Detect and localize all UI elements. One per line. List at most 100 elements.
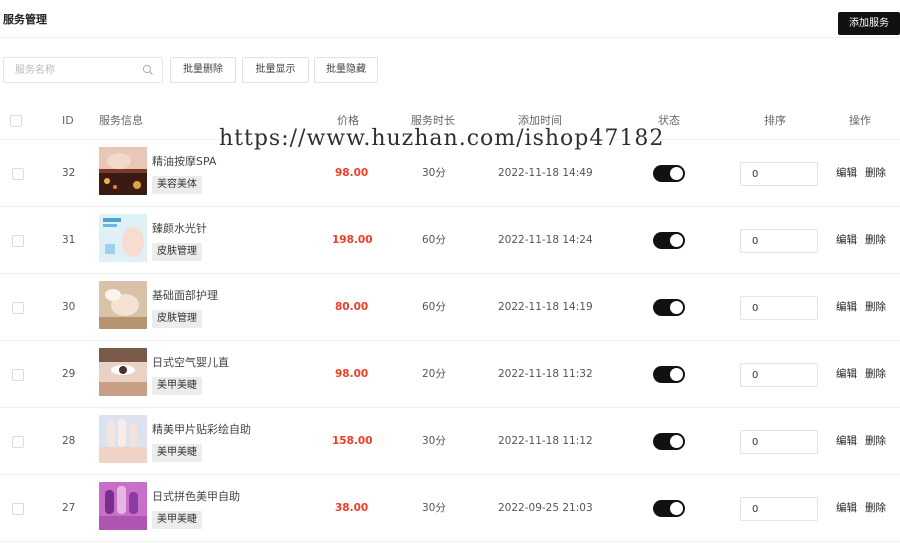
table-row: 28 精美甲片贴彩绘自助 美甲美睫 158.00 30分 2022-11-18 … [0,408,900,475]
toggle-knob [670,234,683,247]
column-header-added: 添加时间 [518,114,562,127]
sort-input[interactable] [740,162,818,186]
service-added-time: 2022-11-18 14:19 [498,301,593,313]
service-thumbnail [99,415,147,463]
delete-link[interactable]: 删除 [865,140,886,207]
service-category-tag: 美甲美睫 [152,444,202,462]
status-toggle[interactable] [653,366,685,383]
page-header: 服务管理 添加服务 [0,0,900,38]
service-thumbnail [99,214,147,262]
service-price: 158.00 [332,435,373,447]
table-row: 30 基础面部护理 皮肤管理 80.00 60分 2022-11-18 14:1… [0,274,900,341]
row-checkbox[interactable] [12,168,24,180]
batch-delete-button[interactable]: 批量删除 [170,57,236,83]
row-id: 31 [62,234,76,246]
column-header-status: 状态 [658,114,680,127]
row-id: 27 [62,502,76,514]
service-duration: 30分 [422,167,446,179]
sort-input[interactable] [740,296,818,320]
toggle-knob [670,368,683,381]
row-checkbox[interactable] [12,369,24,381]
service-name: 精油按摩SPA [152,155,217,168]
search-box [3,57,163,83]
edit-link[interactable]: 编辑 [836,341,857,408]
status-toggle[interactable] [653,299,685,316]
service-price: 198.00 [332,234,373,246]
page-title: 服务管理 [3,13,47,26]
edit-link[interactable]: 编辑 [836,140,857,207]
column-header-duration: 服务时长 [411,114,455,127]
service-duration: 20分 [422,368,446,380]
row-checkbox[interactable] [12,302,24,314]
batch-show-button[interactable]: 批量显示 [242,57,309,83]
service-name: 日式空气婴儿直 [152,356,229,369]
toggle-knob [670,435,683,448]
column-header-price: 价格 [337,114,359,127]
service-price: 80.00 [335,301,369,313]
edit-link[interactable]: 编辑 [836,475,857,542]
service-thumbnail [99,147,147,195]
delete-link[interactable]: 删除 [865,408,886,475]
sort-input[interactable] [740,497,818,521]
column-header-info: 服务信息 [99,114,143,127]
table-header: ID 服务信息 价格 服务时长 添加时间 状态 排序 操作 [0,104,900,140]
row-checkbox[interactable] [12,503,24,515]
service-category-tag: 美甲美睫 [152,511,202,529]
service-category-tag: 美甲美睫 [152,377,202,395]
service-thumbnail [99,281,147,329]
service-name: 臻颜水光针 [152,222,207,235]
sort-input[interactable] [740,430,818,454]
column-header-sort: 排序 [764,114,786,127]
service-duration: 60分 [422,234,446,246]
service-category-tag: 皮肤管理 [152,243,202,261]
row-checkbox[interactable] [12,235,24,247]
toggle-knob [670,167,683,180]
status-toggle[interactable] [653,232,685,249]
status-toggle[interactable] [653,433,685,450]
sort-input[interactable] [740,229,818,253]
row-checkbox[interactable] [12,436,24,448]
service-name: 精美甲片贴彩绘自助 [152,423,251,436]
service-category-tag: 皮肤管理 [152,310,202,328]
edit-link[interactable]: 编辑 [836,274,857,341]
service-name: 基础面部护理 [152,289,218,302]
row-id: 28 [62,435,76,447]
add-service-button[interactable]: 添加服务 [838,12,900,35]
edit-link[interactable]: 编辑 [836,408,857,475]
table-row: 27 日式拼色美甲自助 美甲美睫 38.00 30分 2022-09-25 21… [0,475,900,542]
delete-link[interactable]: 删除 [865,341,886,408]
select-all-checkbox[interactable] [10,115,22,127]
service-added-time: 2022-11-18 14:49 [498,167,593,179]
service-added-time: 2022-09-25 21:03 [498,502,593,514]
row-id: 32 [62,167,76,179]
status-toggle[interactable] [653,165,685,182]
service-added-time: 2022-11-18 11:32 [498,368,593,380]
service-added-time: 2022-11-18 14:24 [498,234,593,246]
edit-link[interactable]: 编辑 [836,207,857,274]
row-id: 30 [62,301,76,313]
service-price: 98.00 [335,167,369,179]
column-header-actions: 操作 [849,114,871,127]
sort-input[interactable] [740,363,818,387]
delete-link[interactable]: 删除 [865,274,886,341]
service-thumbnail [99,482,147,530]
toggle-knob [670,301,683,314]
delete-link[interactable]: 删除 [865,475,886,542]
search-input[interactable] [4,58,138,82]
status-toggle[interactable] [653,500,685,517]
column-header-id: ID [62,114,74,127]
table-row: 31 臻颜水光针 皮肤管理 198.00 60分 2022-11-18 14:2… [0,207,900,274]
service-added-time: 2022-11-18 11:12 [498,435,593,447]
table-row: 32 精油按摩SPA 美容美体 98.00 30分 2022-11-18 14:… [0,140,900,207]
delete-link[interactable]: 删除 [865,207,886,274]
batch-hide-button[interactable]: 批量隐藏 [314,57,378,83]
table-row: 29 日式空气婴儿直 美甲美睫 98.00 20分 2022-11-18 11:… [0,341,900,408]
search-icon[interactable] [142,64,154,76]
toggle-knob [670,502,683,515]
service-name: 日式拼色美甲自助 [152,490,240,503]
service-duration: 30分 [422,435,446,447]
service-category-tag: 美容美体 [152,176,202,194]
service-duration: 60分 [422,301,446,313]
service-price: 98.00 [335,368,369,380]
service-duration: 30分 [422,502,446,514]
